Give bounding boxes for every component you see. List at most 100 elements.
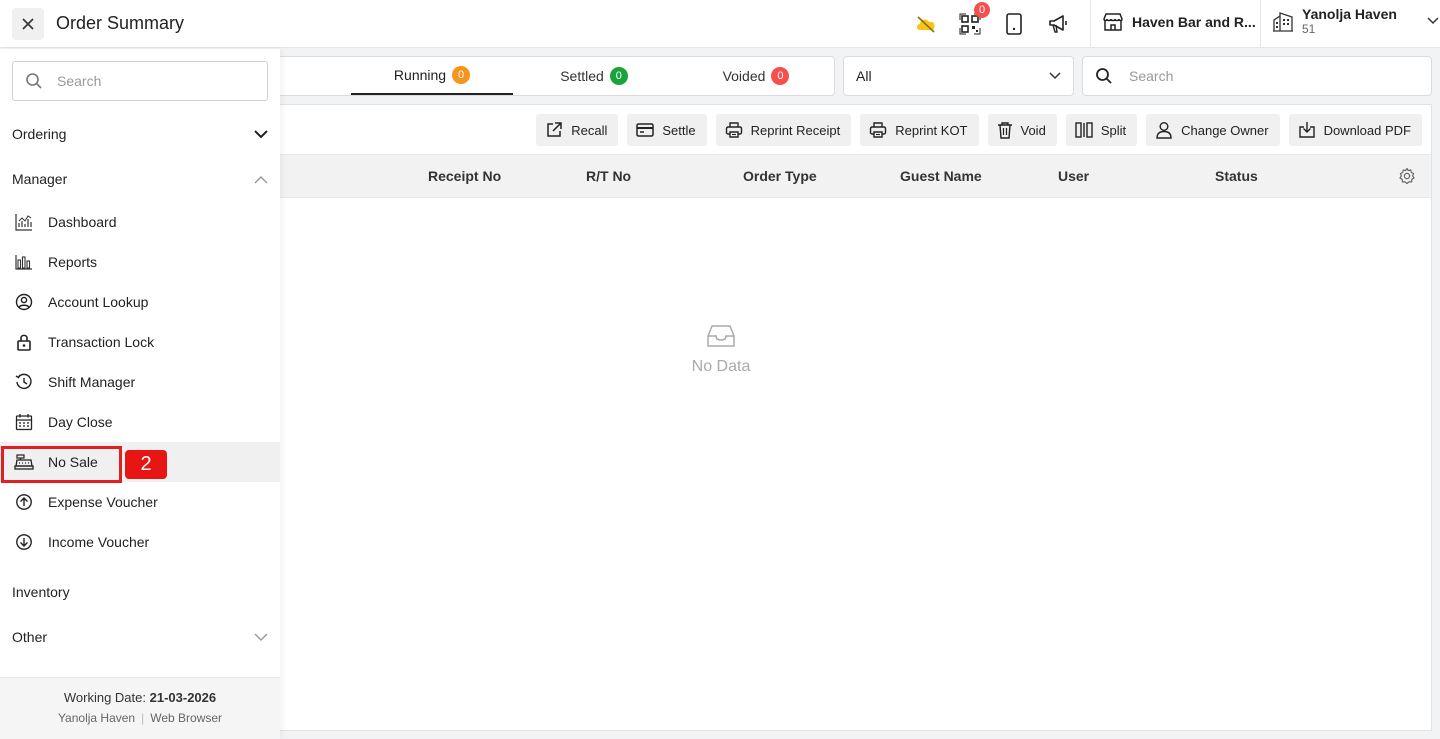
menu-label: Income Voucher [48,534,150,550]
section-other[interactable]: Other [12,629,268,645]
tablet-button[interactable] [1000,10,1028,38]
close-button[interactable] [12,8,44,40]
chevron-down-icon [1049,72,1061,80]
sidebar-search[interactable] [12,61,268,101]
annotation-step-number: 2 [125,450,167,479]
divider [1090,0,1091,48]
cloud-off-icon [917,16,935,33]
empty-state-text: No Data [691,358,751,375]
running-count-badge: 0 [452,66,471,84]
qr-scanner-button[interactable]: 0 [956,2,990,38]
section-inventory[interactable]: Inventory [12,584,268,600]
sidebar-item-shift-manager[interactable]: Shift Manager [0,362,280,402]
menu-label: Account Lookup [48,294,149,310]
org-id: 51 [1302,22,1316,36]
external-link-icon [547,122,563,137]
sidebar-item-day-close[interactable]: Day Close [0,402,280,442]
column-receipt-no[interactable]: Receipt No [428,168,501,184]
organization-selector[interactable]: Yanolja Haven 51 [1272,6,1439,36]
working-date-value: 21-03-2026 [149,690,217,705]
printer-refresh-icon [725,122,742,138]
void-button[interactable]: Void [987,114,1057,146]
search-icon [1096,68,1112,84]
inbox-icon [707,325,735,347]
announcement-button[interactable] [1044,10,1072,38]
calendar-icon [14,412,34,432]
section-label: Inventory [12,584,70,600]
order-status-tabs: Running 0 Settled 0 Voided 0 [270,56,835,96]
orders-panel: Recall Settle Reprint Receipt Reprint KO… [270,104,1432,731]
section-ordering[interactable]: Ordering [12,126,268,142]
section-label: Ordering [12,126,67,142]
footer-platform: Web Browser [150,711,223,725]
lock-icon [14,332,34,352]
footer-separator: | [141,711,145,725]
sidebar-item-dashboard[interactable]: Dashboard [0,202,280,242]
download-icon [1298,122,1315,138]
notification-badge: 0 [974,2,990,18]
trash-icon [997,122,1012,139]
menu-label: Expense Voucher [48,494,158,510]
column-status[interactable]: Status [1215,168,1258,184]
order-filter-select[interactable]: All [843,56,1074,96]
section-manager[interactable]: Manager [12,171,268,187]
search-icon [26,73,42,89]
store-name: Haven Bar and R... [1132,14,1256,30]
sidebar-search-input[interactable] [57,73,237,89]
sidebar-item-account-lookup[interactable]: Account Lookup [0,282,280,322]
order-search-input[interactable] [1129,68,1409,84]
change-owner-button[interactable]: Change Owner [1146,114,1280,146]
order-search[interactable] [1082,56,1432,96]
top-bar: Order Summary 0 Haven Bar and R... Yanol… [0,0,1440,48]
column-order-type[interactable]: Order Type [743,168,817,184]
org-name: Yanolja Haven [1302,6,1397,22]
split-button[interactable]: Split [1065,114,1138,146]
recall-button[interactable]: Recall [536,114,619,146]
sidebar-item-reports[interactable]: Reports [0,242,280,282]
building-icon [1273,12,1293,32]
bar-chart-icon [14,252,34,272]
divider [1260,0,1261,48]
printer-refresh-icon [870,122,887,138]
reprint-kot-button[interactable]: Reprint KOT [860,114,979,146]
sidebar-item-income-voucher[interactable]: Income Voucher [0,522,280,562]
tab-voided[interactable]: Voided 0 [675,57,837,95]
column-user[interactable]: User [1058,168,1089,184]
menu-label: Reports [48,254,98,270]
user-icon [1156,122,1172,139]
arrow-down-circle-icon [14,532,34,552]
button-label: Reprint Receipt [750,122,841,138]
close-icon [22,18,34,30]
column-rt-no[interactable]: R/T No [586,168,631,184]
sidebar-item-transaction-lock[interactable]: Transaction Lock [0,322,280,362]
tab-label: Running [393,67,447,83]
reprint-receipt-button[interactable]: Reprint Receipt [715,114,852,146]
button-label: Reprint KOT [895,122,968,138]
download-pdf-button[interactable]: Download PDF [1288,114,1422,146]
chevron-down-icon [1427,17,1439,25]
section-label: Manager [12,171,68,187]
annotation-highlight-box [1,446,122,483]
tab-running[interactable]: Running 0 [351,57,513,95]
sidebar: Ordering Manager Dashboard Reports Accou… [0,49,280,739]
tab-settled[interactable]: Settled 0 [513,57,675,95]
column-guest-name[interactable]: Guest Name [900,168,982,184]
button-label: Settle [662,122,696,138]
chart-line-icon [14,212,34,232]
button-label: Download PDF [1323,122,1411,138]
arrow-up-circle-icon [14,492,34,512]
weather-status-button[interactable] [912,10,940,38]
menu-label: Transaction Lock [48,334,155,350]
tab-label: Voided [722,68,766,84]
page-title: Order Summary [56,13,185,33]
menu-label: Shift Manager [48,374,136,390]
menu-label: Dashboard [48,214,117,230]
store-selector[interactable]: Haven Bar and R... [1102,12,1256,32]
filter-value: All [856,68,872,84]
chevron-down-icon [254,129,268,138]
settle-button[interactable]: Settle [627,114,707,146]
empty-state: No Data [691,323,751,376]
sidebar-item-expense-voucher[interactable]: Expense Voucher [0,482,280,522]
settings-gear-icon[interactable] [1398,167,1416,185]
section-label: Other [12,629,48,645]
